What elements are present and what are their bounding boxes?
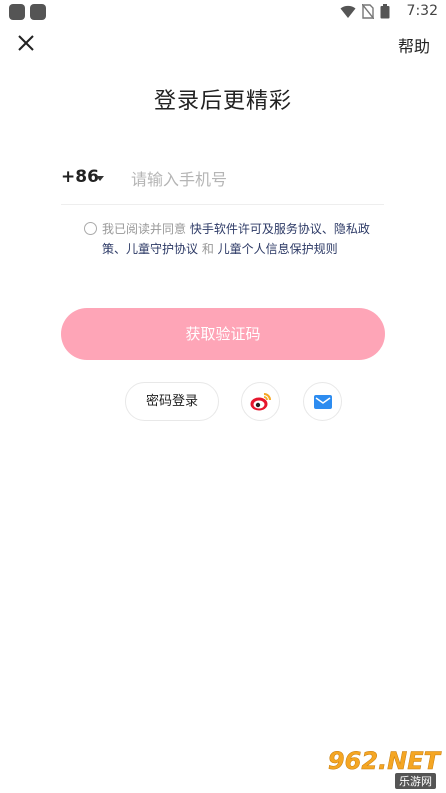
status-bar: 7:32 (0, 0, 446, 24)
close-icon (18, 35, 34, 51)
caret-down-icon[interactable] (96, 176, 104, 181)
child-privacy-link[interactable]: 儿童个人信息保护规则 (218, 242, 338, 256)
country-code-selector[interactable]: +86 (61, 167, 99, 187)
agreement-radio[interactable] (84, 222, 97, 235)
clock: 7:32 (406, 3, 438, 19)
notification-app-icon (30, 4, 46, 20)
no-sim-icon (362, 4, 374, 19)
mail-icon (313, 394, 332, 409)
agreement-middle: 和 (198, 242, 218, 256)
wifi-icon (340, 5, 356, 18)
notification-app-icon (9, 4, 25, 20)
status-icons (340, 4, 390, 19)
page-title: 登录后更精彩 (153, 89, 292, 114)
phone-number-input[interactable] (131, 162, 381, 196)
agreement-prefix: 我已阅读并同意 (102, 222, 190, 236)
get-code-button[interactable]: 获取验证码 (61, 308, 385, 360)
watermark-text: 962.NET (327, 747, 441, 776)
watermark-subtext: 乐游网 (395, 773, 436, 789)
watermark-logo: 962.NET 乐游网 (305, 747, 440, 789)
password-login-button[interactable]: 密码登录 (125, 382, 219, 421)
agreement-text: 我已阅读并同意 快手软件许可及服务协议、隐私政策、儿童守护协议 和 儿童个人信息… (84, 219, 374, 259)
weibo-login-button[interactable] (241, 382, 280, 421)
phone-input-row: +86 (61, 160, 384, 205)
close-button[interactable] (13, 30, 39, 56)
battery-icon (380, 4, 390, 19)
weibo-icon (250, 392, 271, 410)
agreement: 我已阅读并同意 快手软件许可及服务协议、隐私政策、儿童守护协议 和 儿童个人信息… (84, 219, 374, 259)
help-link[interactable]: 帮助 (398, 33, 430, 57)
mail-login-button[interactable] (303, 382, 342, 421)
